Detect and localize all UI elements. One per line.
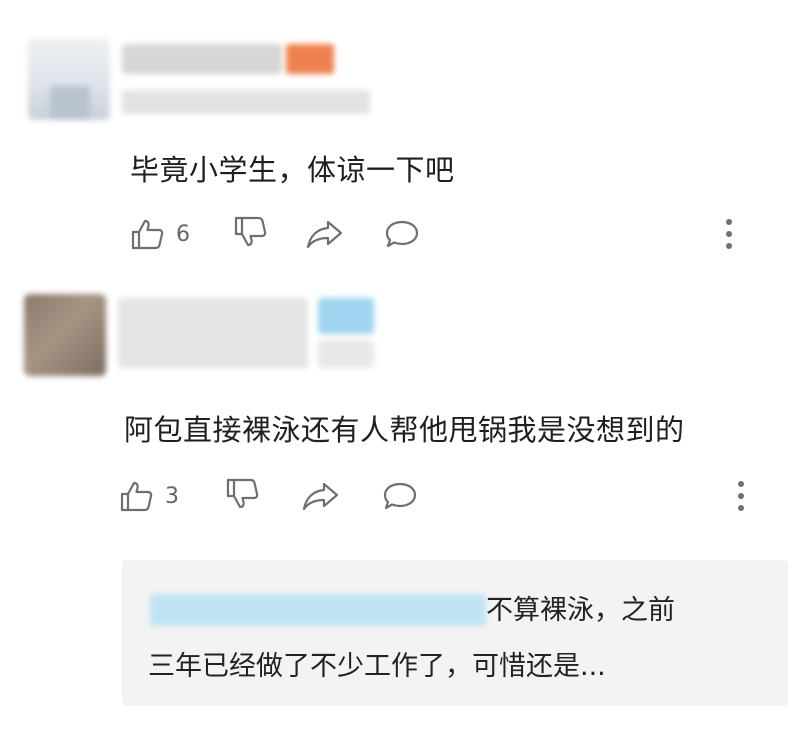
share-icon[interactable] xyxy=(302,481,340,511)
like-count: 3 xyxy=(165,484,179,509)
share-icon[interactable] xyxy=(306,219,344,249)
reply-text-line-2: 三年已经做了不少工作了，可惜还是... xyxy=(148,651,606,682)
like-icon[interactable] xyxy=(120,480,154,512)
avatar[interactable] xyxy=(24,294,106,376)
reply-username[interactable] xyxy=(150,594,486,626)
comment-meta xyxy=(318,340,374,368)
level-badge xyxy=(286,44,334,74)
reply-icon[interactable] xyxy=(384,219,420,249)
more-icon[interactable] xyxy=(724,218,734,250)
username[interactable] xyxy=(122,44,282,74)
comment-text: 毕竟小学生，体谅一下吧 xyxy=(130,153,455,187)
dislike-icon[interactable] xyxy=(226,478,260,510)
reply-preview[interactable]: 不算裸泳，之前 三年已经做了不少工作了，可惜还是... xyxy=(122,560,788,706)
comment-text: 阿包直接裸泳还有人帮他甩锅我是没想到的 xyxy=(124,413,685,447)
like-count: 6 xyxy=(176,222,190,247)
like-icon[interactable] xyxy=(131,218,165,250)
level-badge xyxy=(318,298,374,334)
more-icon[interactable] xyxy=(736,480,746,512)
username[interactable] xyxy=(118,298,308,368)
dislike-icon[interactable] xyxy=(234,216,268,248)
reply-icon[interactable] xyxy=(382,481,418,511)
reply-text-line-1: 不算裸泳，之前 xyxy=(486,595,675,626)
avatar[interactable] xyxy=(28,38,110,120)
comment-meta xyxy=(122,90,370,114)
